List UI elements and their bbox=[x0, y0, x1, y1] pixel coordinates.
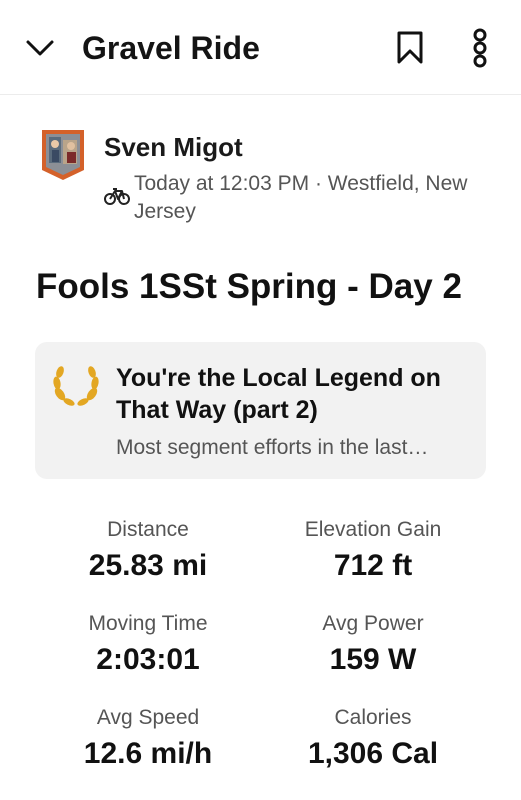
local-legend-card[interactable]: You're the Local Legend on That Way (par… bbox=[35, 342, 486, 479]
save-button[interactable] bbox=[386, 24, 434, 72]
activity-meta: Today at 12:03 PM · Westfield, New Jerse… bbox=[134, 172, 468, 223]
laurel-icon bbox=[53, 366, 99, 406]
achievement-subtitle: Most segment efforts in the last… bbox=[116, 436, 429, 459]
stat-label: Distance bbox=[107, 518, 189, 541]
bookmark-icon bbox=[397, 31, 423, 64]
activity-title: Fools 1SSt Spring - Day 2 bbox=[36, 267, 462, 306]
stat-label: Calories bbox=[334, 706, 412, 729]
avatar[interactable] bbox=[40, 128, 86, 182]
page-title: Gravel Ride bbox=[82, 30, 260, 66]
top-bar: Gravel Ride bbox=[0, 0, 521, 95]
back-button[interactable] bbox=[16, 24, 64, 72]
stat-label: Moving Time bbox=[88, 612, 208, 635]
more-vertical-icon bbox=[473, 28, 487, 68]
stat-value: 2:03:01 bbox=[96, 643, 200, 676]
stat-elevation-gain: Elevation Gain 712 ft bbox=[273, 516, 473, 586]
chevron-down-icon bbox=[26, 40, 54, 56]
stat-moving-time: Moving Time 2:03:01 bbox=[48, 610, 248, 680]
stat-value: 12.6 mi/h bbox=[83, 737, 213, 770]
stat-value: 159 W bbox=[329, 643, 417, 676]
stat-avg-power: Avg Power 159 W bbox=[273, 610, 473, 680]
stat-label: Avg Power bbox=[322, 612, 424, 635]
more-options-button[interactable] bbox=[456, 24, 504, 72]
stat-value: 1,306 Cal bbox=[307, 737, 439, 770]
achievement-title: You're the Local Legend on That Way (par… bbox=[116, 364, 441, 424]
bike-icon bbox=[104, 188, 130, 205]
stat-value: 712 ft bbox=[333, 549, 413, 582]
stat-value: 25.83 mi bbox=[88, 549, 208, 582]
stat-label: Avg Speed bbox=[96, 706, 200, 729]
stat-distance: Distance 25.83 mi bbox=[48, 516, 248, 586]
athlete-name[interactable]: Sven Migot bbox=[104, 130, 243, 164]
stat-calories: Calories 1,306 Cal bbox=[273, 704, 473, 774]
stat-label: Elevation Gain bbox=[304, 518, 442, 541]
stat-avg-speed: Avg Speed 12.6 mi/h bbox=[48, 704, 248, 774]
